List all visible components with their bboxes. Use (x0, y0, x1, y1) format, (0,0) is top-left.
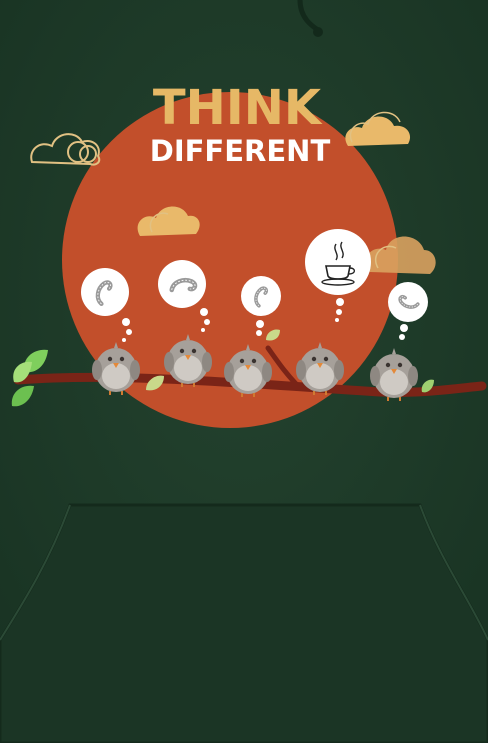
hoodie-illustration: THINK DIFFERENT (0, 0, 488, 743)
hoodie-print-photo: THINK DIFFERENT (0, 0, 488, 743)
headline-different: DIFFERENT (150, 134, 331, 168)
drawstring-tip (313, 27, 323, 37)
kangaroo-pocket (0, 503, 488, 743)
headline-think: THINK (153, 80, 323, 136)
